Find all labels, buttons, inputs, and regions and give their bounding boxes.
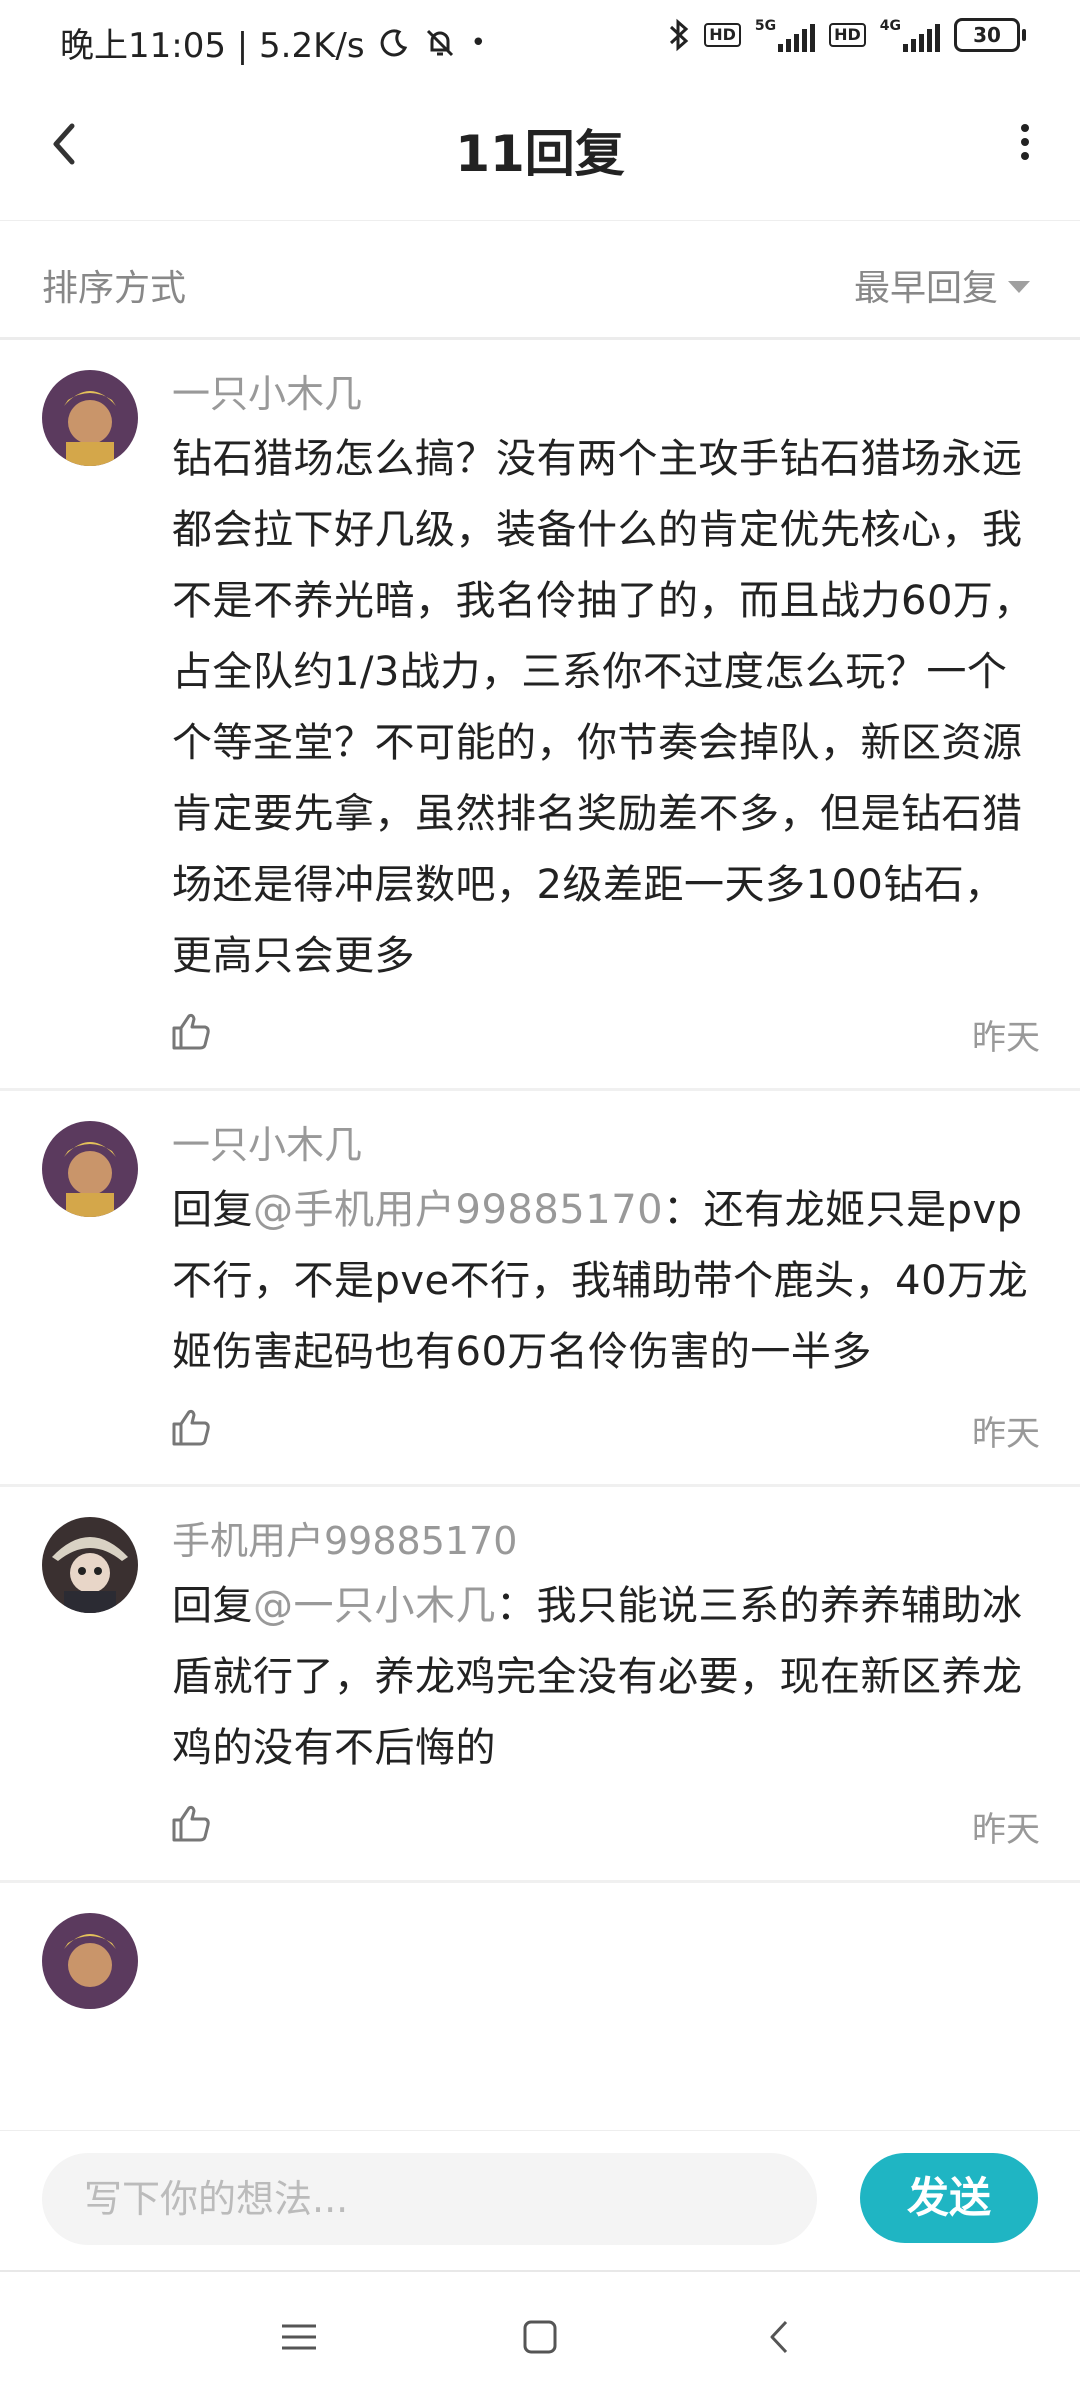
reply-prefix: 回复 (172, 1583, 253, 1629)
moon-icon (380, 28, 407, 56)
network-4g: 4G (880, 18, 940, 52)
back-nav-icon[interactable] (756, 2312, 806, 2362)
comment-meta: 昨天 (172, 1388, 1040, 1484)
comment-body: 钻石猎场怎么搞？没有两个主攻手钻石猎场永远都会拉下好几级，装备什么的肯定优先核心… (172, 436, 1034, 979)
reply-prefix: 回复 (172, 1187, 253, 1233)
comment-username[interactable]: 手机用户99885170 (172, 1515, 1040, 1567)
status-bar: 晚上11:05 | 5.2K/s • HD 5G HD 4G 30 (0, 0, 1080, 84)
battery-icon: 30 (954, 18, 1026, 52)
avatar[interactable] (42, 1913, 138, 2009)
comment-username[interactable]: 一只小木几 (172, 1119, 1040, 1171)
comment-text: 回复@一只小木几：我只能说三系的养养辅助冰盾就行了，养龙鸡完全没有必要，现在新区… (172, 1571, 1040, 1784)
page-header: 11回复 (0, 84, 1080, 221)
status-time-speed: 晚上11:05 | 5.2K/s (60, 26, 365, 66)
like-icon[interactable] (168, 1404, 214, 1450)
page-title: 11回复 (455, 125, 625, 183)
like-icon[interactable] (168, 1800, 214, 1846)
comment-item: 手机用户99885170 回复@一只小木几：我只能说三系的养养辅助冰盾就行了，养… (0, 1487, 1080, 1883)
hd-badge-2: HD (829, 23, 866, 47)
system-nav-bar (0, 2270, 1080, 2402)
status-dot: • (470, 27, 486, 58)
comment-input[interactable]: 写下你的想法... (42, 2153, 817, 2245)
comment-item: 一只小木几 钻石猎场怎么搞？没有两个主攻手钻石猎场永远都会拉下好几级，装备什么的… (0, 340, 1080, 1091)
comment-meta: 昨天 (172, 1784, 1040, 1880)
send-button[interactable]: 发送 (860, 2153, 1038, 2243)
sort-value: 最早回复 (853, 268, 998, 309)
comment-time: 昨天 (972, 1018, 1040, 1058)
mention-link[interactable]: @手机用户99885170 (253, 1187, 663, 1233)
sort-dropdown[interactable]: 最早回复 (854, 259, 1030, 311)
more-vertical-icon[interactable] (1010, 118, 1040, 168)
status-left: 晚上11:05 | 5.2K/s • (60, 18, 486, 67)
sort-label: 排序方式 (42, 268, 187, 309)
avatar[interactable] (42, 1517, 138, 1613)
comment-text: 钻石猎场怎么搞？没有两个主攻手钻石猎场永远都会拉下好几级，装备什么的肯定优先核心… (172, 424, 1040, 992)
comment-input-bar: 写下你的想法... 发送 (0, 2130, 1080, 2271)
comment-time: 昨天 (972, 1414, 1040, 1454)
comment-username[interactable]: 一只小木几 (172, 368, 1040, 420)
network-5g: 5G (755, 18, 816, 52)
signal-icon-1 (778, 22, 816, 52)
hd-badge-1: HD (704, 23, 741, 47)
avatar[interactable] (42, 370, 138, 466)
avatar[interactable] (42, 1121, 138, 1217)
like-icon[interactable] (168, 1008, 214, 1054)
menu-icon[interactable] (274, 2312, 324, 2362)
dropdown-triangle-icon (1008, 281, 1030, 293)
bluetooth-icon (670, 18, 689, 52)
comment-list: 一只小木几 钻石猎场怎么搞？没有两个主攻手钻石猎场永远都会拉下好几级，装备什么的… (0, 340, 1080, 2130)
sort-bar: 排序方式 最早回复 (0, 221, 1080, 340)
comment-item: 一只小木几 回复@手机用户99885170：还有龙姬只是pvp不行，不是pve不… (0, 1091, 1080, 1487)
mute-bell-icon (426, 29, 453, 56)
home-icon[interactable] (515, 2312, 565, 2362)
comment-text: 回复@手机用户99885170：还有龙姬只是pvp不行，不是pve不行，我辅助带… (172, 1175, 1040, 1388)
comment-item-partial (0, 1883, 1080, 2009)
status-right: HD 5G HD 4G 30 (668, 18, 1026, 52)
comment-time: 昨天 (972, 1810, 1040, 1850)
comment-meta: 昨天 (172, 992, 1040, 1088)
mention-link[interactable]: @一只小木几 (253, 1583, 496, 1629)
signal-icon-2 (903, 22, 940, 52)
